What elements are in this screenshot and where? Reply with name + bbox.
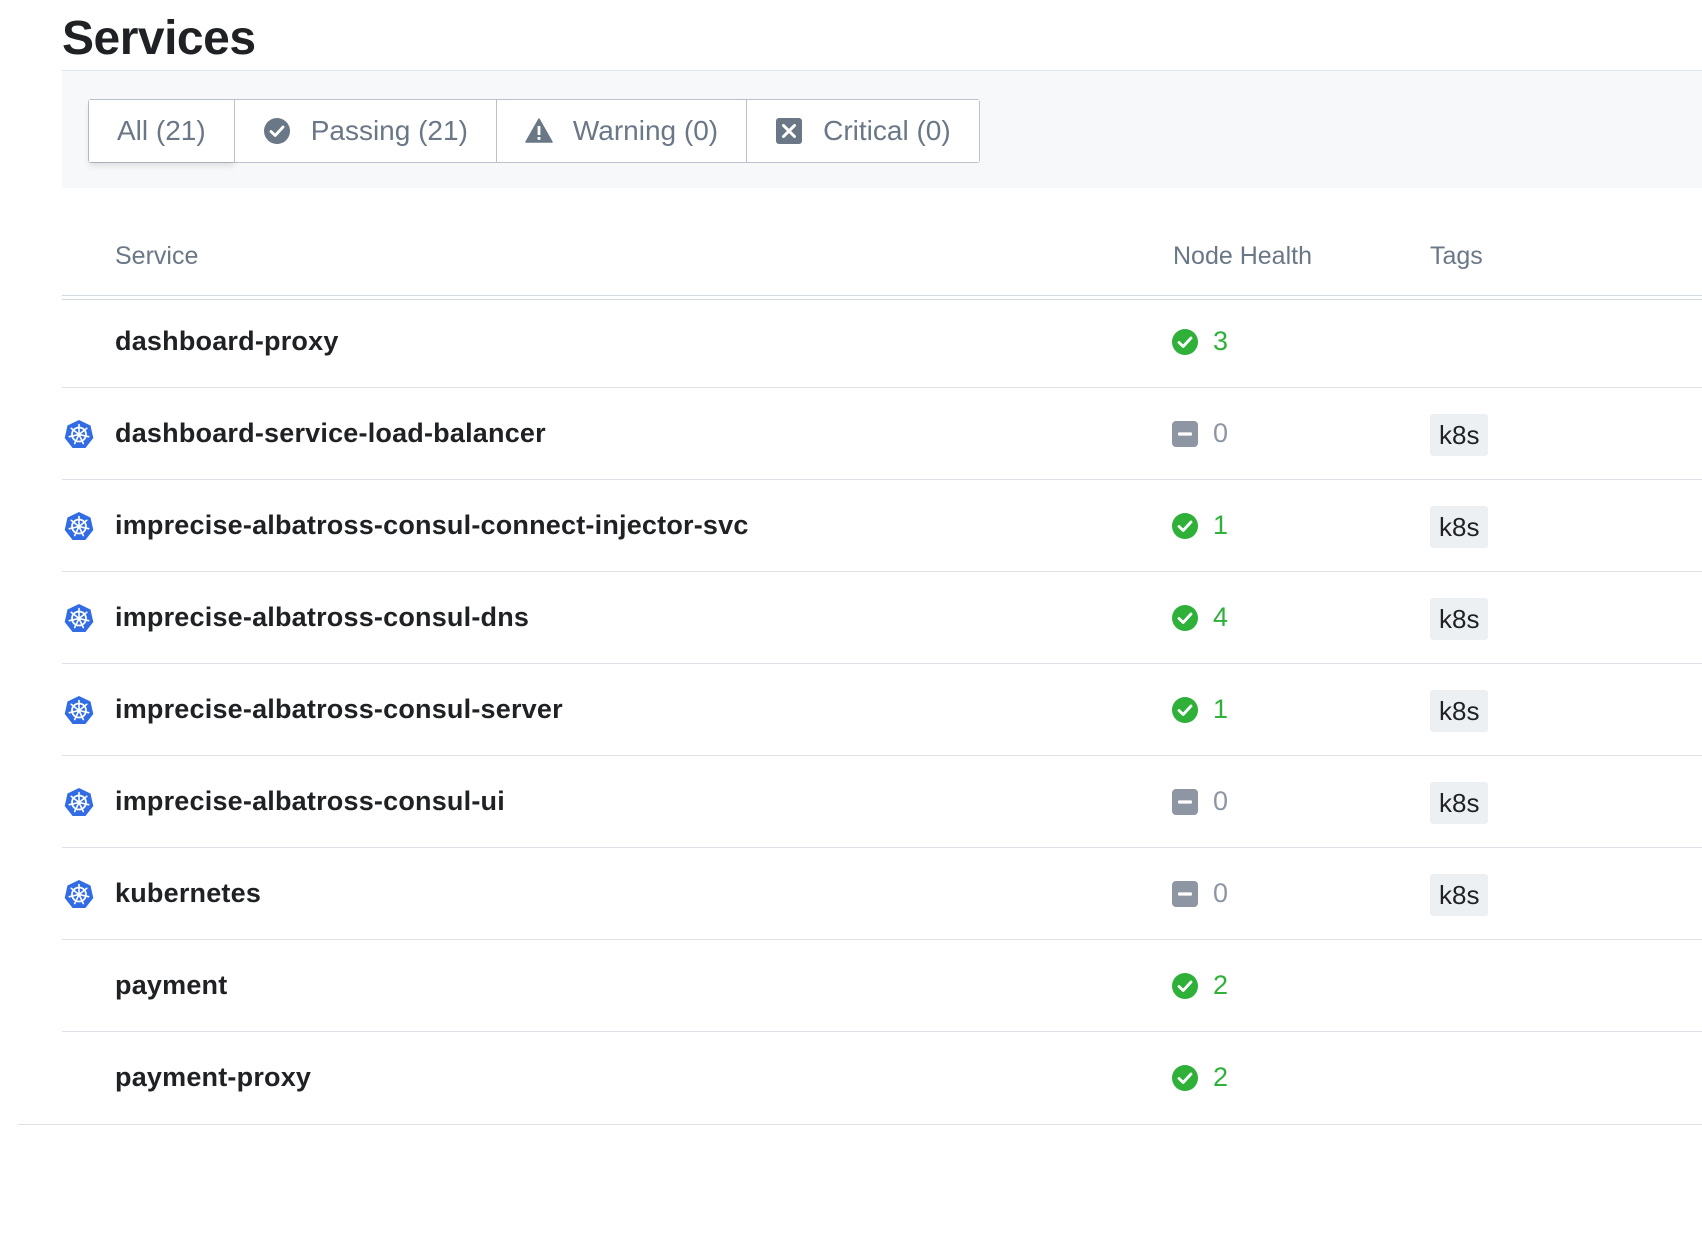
node-health-count: 0	[1213, 786, 1229, 816]
service-tag: k8s	[1430, 414, 1489, 456]
filter-warning-label: Warning (0)	[572, 115, 719, 146]
service-name-link[interactable]: imprecise-albatross-consul-dns	[115, 602, 529, 633]
service-tag: k8s	[1430, 598, 1489, 640]
service-name-link[interactable]: payment-proxy	[115, 1062, 311, 1093]
service-name-link[interactable]: dashboard-proxy	[115, 326, 339, 357]
column-header-tags[interactable]: Tags	[1430, 242, 1483, 271]
minus-square-icon	[1171, 420, 1199, 448]
filter-warning-button[interactable]: Warning (0)	[495, 100, 747, 162]
kubernetes-icon	[64, 419, 94, 449]
node-health-count: 0	[1213, 878, 1229, 908]
minus-square-icon	[1171, 788, 1199, 816]
table-row[interactable]: imprecise-albatross-consul-server 1 k8s	[62, 664, 1702, 756]
table-row[interactable]: kubernetes 0 k8s	[62, 848, 1702, 940]
filter-critical-button[interactable]: Critical (0)	[746, 100, 979, 162]
column-header-node-health[interactable]: Node Health	[1173, 242, 1312, 271]
kubernetes-icon	[64, 695, 94, 725]
warning-icon	[525, 117, 553, 145]
critical-x-icon	[775, 117, 803, 145]
health-filter-bar: All (21) Passing (21) Warning (0) Critic…	[62, 70, 1702, 188]
table-row[interactable]: dashboard-proxy 3	[62, 296, 1702, 388]
node-health: 0	[1171, 878, 1228, 909]
node-health: 1	[1171, 510, 1228, 541]
node-health: 3	[1171, 326, 1228, 357]
node-health-count: 1	[1213, 694, 1229, 724]
page-title: Services	[62, 12, 256, 65]
minus-square-icon	[1171, 880, 1199, 908]
services-table-body: dashboard-proxy 3 dashboard-service-load-b…	[62, 296, 1702, 1124]
filter-all-label: All (21)	[117, 115, 206, 146]
node-health: 1	[1171, 694, 1228, 725]
node-health: 0	[1171, 418, 1228, 449]
column-header-service[interactable]: Service	[115, 242, 198, 271]
node-health-count: 0	[1213, 418, 1229, 448]
table-row[interactable]: dashboard-service-load-balancer 0 k8s	[62, 388, 1702, 480]
check-circle-icon	[1171, 696, 1199, 724]
filter-passing-label: Passing (21)	[310, 115, 468, 146]
table-row[interactable]: payment-proxy 2	[62, 1032, 1702, 1124]
node-health: 0	[1171, 786, 1228, 817]
table-row[interactable]: imprecise-albatross-consul-ui 0 k8s	[62, 756, 1702, 848]
kubernetes-icon	[64, 787, 94, 817]
service-name-link[interactable]: imprecise-albatross-consul-server	[115, 694, 563, 725]
node-health-count: 1	[1213, 510, 1229, 540]
check-circle-icon	[1171, 328, 1199, 356]
check-circle-icon	[1171, 512, 1199, 540]
filter-passing-button[interactable]: Passing (21)	[233, 100, 496, 162]
kubernetes-icon	[64, 603, 94, 633]
node-health: 4	[1171, 602, 1228, 633]
check-circle-icon	[263, 117, 291, 145]
node-health: 2	[1171, 970, 1228, 1001]
node-health-count: 2	[1213, 970, 1229, 1000]
services-table-header: Service Node Health Tags	[62, 212, 1702, 300]
service-name-link[interactable]: imprecise-albatross-consul-ui	[115, 786, 505, 817]
node-health-count: 2	[1213, 1062, 1229, 1092]
service-tag: k8s	[1430, 874, 1489, 916]
service-name-link[interactable]: imprecise-albatross-consul-connect-injec…	[115, 510, 749, 541]
service-tag: k8s	[1430, 782, 1489, 824]
service-tag: k8s	[1430, 506, 1489, 548]
service-name-link[interactable]: kubernetes	[115, 878, 261, 909]
filter-all-button[interactable]: All (21)	[89, 100, 234, 162]
service-tag: k8s	[1430, 690, 1489, 732]
table-row[interactable]: payment 2	[62, 940, 1702, 1032]
service-name-link[interactable]: payment	[115, 970, 227, 1001]
node-health-count: 3	[1213, 326, 1229, 356]
table-row[interactable]: imprecise-albatross-consul-dns 4 k8s	[62, 572, 1702, 664]
table-row[interactable]: imprecise-albatross-consul-connect-injec…	[62, 480, 1702, 572]
health-filter-group: All (21) Passing (21) Warning (0) Critic…	[88, 99, 980, 163]
node-health-count: 4	[1213, 602, 1229, 632]
check-circle-icon	[1171, 604, 1199, 632]
table-bottom-divider	[18, 1124, 1702, 1125]
filter-critical-label: Critical (0)	[823, 115, 951, 146]
kubernetes-icon	[64, 879, 94, 909]
kubernetes-icon	[64, 511, 94, 541]
service-name-link[interactable]: dashboard-service-load-balancer	[115, 418, 546, 449]
node-health: 2	[1171, 1062, 1228, 1093]
check-circle-icon	[1171, 972, 1199, 1000]
check-circle-icon	[1171, 1064, 1199, 1092]
